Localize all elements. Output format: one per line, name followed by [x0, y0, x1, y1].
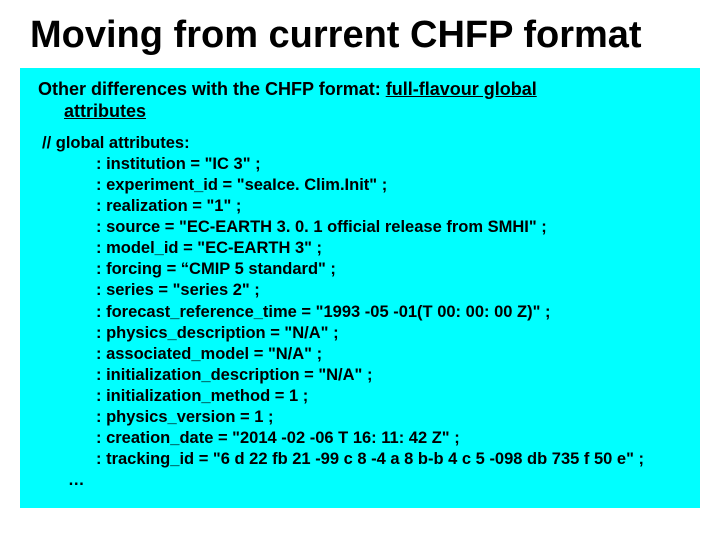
attr-line: : creation_date = "2014 -02 -06 T 16: 11… — [38, 428, 686, 449]
attr-line: : physics_description = "N/A" ; — [38, 323, 686, 344]
attr-line: : initialization_description = "N/A" ; — [38, 365, 686, 386]
attr-line: : model_id = "EC-EARTH 3" ; — [38, 238, 686, 259]
attr-line: : initialization_method = 1 ; — [38, 386, 686, 407]
attr-line: : forecast_reference_time = "1993 -05 -0… — [38, 302, 686, 323]
slide-title: Moving from current CHFP format — [0, 0, 720, 68]
slide: Moving from current CHFP format Other di… — [0, 0, 720, 540]
attr-line: : series = "series 2" ; — [38, 280, 686, 301]
subhead-underline-2: attributes — [38, 100, 686, 123]
attr-line: : forcing = “CMIP 5 standard" ; — [38, 259, 686, 280]
subhead-prefix: Other differences with the CHFP format: — [38, 79, 386, 99]
attr-line: : tracking_id = "6 d 22 fb 21 -99 c 8 -4… — [38, 449, 686, 470]
subheading: Other differences with the CHFP format: … — [34, 78, 686, 123]
attr-line: : source = "EC-EARTH 3. 0. 1 official re… — [38, 217, 686, 238]
attr-line: : experiment_id = "seaIce. Clim.Init" ; — [38, 175, 686, 196]
content-panel: Other differences with the CHFP format: … — [20, 68, 700, 508]
attr-line: : institution = "IC 3" ; — [38, 154, 686, 175]
code-comment: // global attributes: — [38, 133, 686, 154]
attributes-block: // global attributes: : institution = "I… — [34, 133, 686, 492]
ellipsis: … — [38, 470, 686, 491]
attr-line: : realization = "1" ; — [38, 196, 686, 217]
attr-line: : physics_version = 1 ; — [38, 407, 686, 428]
subhead-underline-1: full-flavour global — [386, 79, 537, 99]
attr-line: : associated_model = "N/A" ; — [38, 344, 686, 365]
